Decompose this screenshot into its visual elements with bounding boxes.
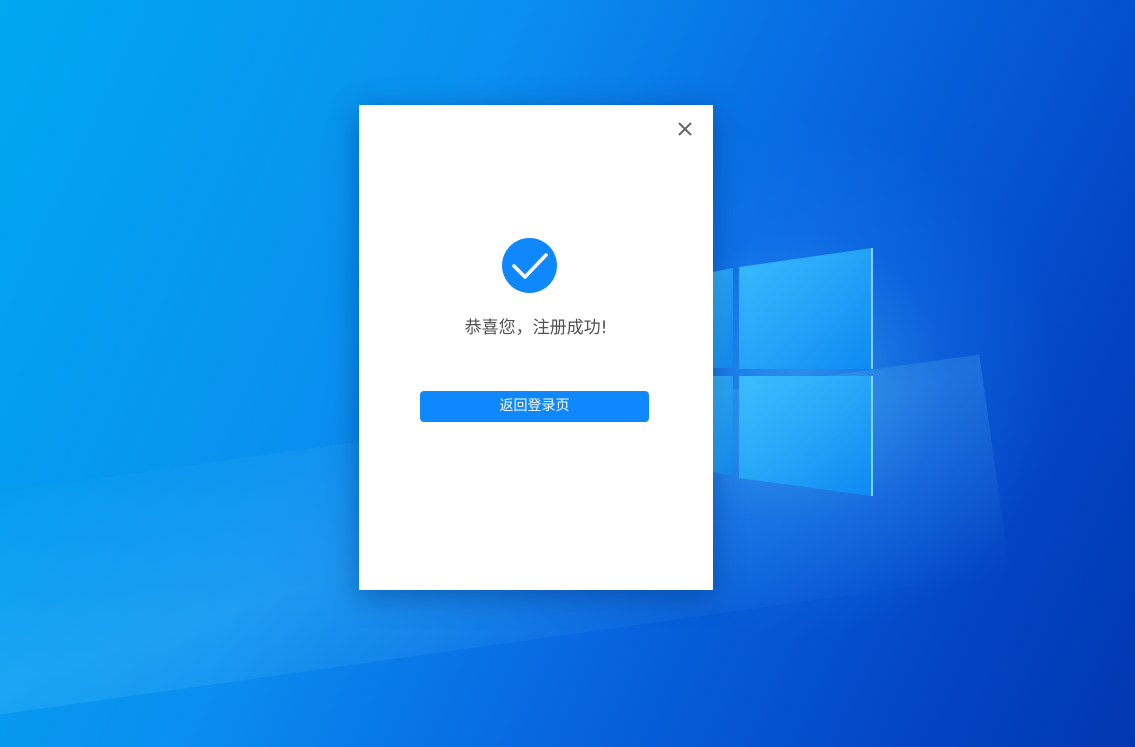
return-to-login-button[interactable]: 返回登录页 [420, 391, 649, 422]
check-circle-icon [502, 238, 557, 293]
close-icon[interactable] [675, 119, 695, 139]
registration-success-dialog: 恭喜您，注册成功! 返回登录页 [359, 105, 713, 590]
success-message: 恭喜您，注册成功! [464, 318, 608, 338]
